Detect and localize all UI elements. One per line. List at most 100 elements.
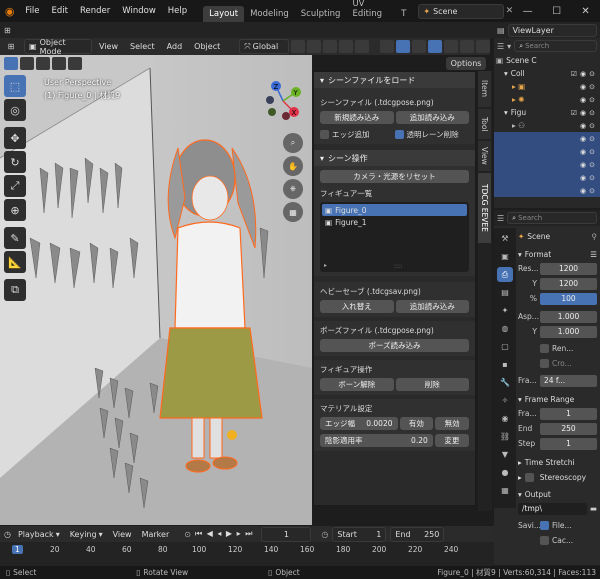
menu-select[interactable]: Select bbox=[125, 42, 160, 51]
viewlayer-selector[interactable]: ViewLayer bbox=[507, 23, 597, 37]
current-frame-marker[interactable]: 1 bbox=[12, 545, 23, 554]
shade-rate-field[interactable]: 陰影適用率 0.20 bbox=[320, 434, 433, 447]
menu-marker[interactable]: Marker bbox=[139, 530, 173, 539]
time-stretch-header[interactable]: ▸ Time Stretchi bbox=[518, 458, 597, 467]
current-frame-field[interactable]: 1 bbox=[261, 526, 312, 542]
add-cube-tool-icon[interactable]: ⧉ bbox=[4, 279, 26, 301]
menu-edit[interactable]: Edit bbox=[46, 6, 74, 16]
frame-end-field[interactable]: 250 bbox=[540, 422, 597, 435]
particles-tab-icon[interactable]: ✧ bbox=[497, 393, 513, 408]
visibility-icons[interactable]: ☑◉⊙ bbox=[571, 70, 600, 78]
resolution-y-field[interactable]: 1200 bbox=[540, 277, 597, 290]
delete-figure-button[interactable]: 削除 bbox=[395, 378, 469, 391]
outliner-row[interactable]: ◉⊙ bbox=[494, 171, 600, 184]
menu-object[interactable]: Object bbox=[189, 42, 225, 51]
record-icon[interactable]: ⊙ bbox=[184, 530, 191, 539]
zoom-icon[interactable]: ⌕ bbox=[283, 133, 303, 153]
properties-search-input[interactable]: ⌕ Search bbox=[507, 212, 597, 224]
new-load-button[interactable]: 新規読み込み bbox=[320, 111, 394, 124]
playback-controls[interactable]: ⏮ ◀ ◂ ▶ ▸ ⏭ bbox=[195, 529, 253, 539]
list-item[interactable]: ▣ Figure_1 bbox=[322, 216, 467, 228]
menu-keying[interactable]: Keying ▾ bbox=[67, 530, 106, 539]
tab-tdcg-eevee[interactable]: TDCG EEVEE bbox=[478, 173, 491, 243]
edge-width-field[interactable]: エッジ幅 0.0020 bbox=[320, 417, 398, 430]
preset-icon[interactable]: ☰ bbox=[590, 250, 597, 259]
menu-playback[interactable]: Playback ▾ bbox=[15, 530, 63, 539]
edge-add-checkbox[interactable]: エッジ追加 bbox=[320, 129, 395, 140]
start-frame-field[interactable]: Start 1 bbox=[332, 526, 387, 542]
scale-tool-icon[interactable]: ⤢ bbox=[4, 175, 26, 197]
outliner-row[interactable]: ▾ Figu ☑◉⊙ bbox=[494, 106, 600, 119]
modifier-tab-icon[interactable]: 🔧 bbox=[497, 375, 513, 390]
reset-camera-button[interactable]: カメラ・光源をリセット bbox=[320, 170, 469, 183]
properties-editor-icon[interactable]: ☰ bbox=[497, 214, 504, 223]
shading-material-button[interactable] bbox=[460, 40, 474, 53]
outliner-editor-icon[interactable]: ☰ bbox=[497, 42, 504, 51]
proportional-button[interactable] bbox=[339, 40, 354, 53]
disable-button[interactable]: 無効 bbox=[435, 417, 469, 430]
visibility-button[interactable] bbox=[380, 40, 394, 53]
measure-tool-icon[interactable]: 📐 bbox=[4, 251, 26, 273]
close-scene-icon[interactable]: ✕ bbox=[506, 6, 514, 16]
snap-type-button[interactable] bbox=[323, 40, 338, 53]
frame-range-header[interactable]: ▾ Frame Range bbox=[518, 395, 597, 404]
texture-tab-icon[interactable]: ▦ bbox=[497, 483, 513, 498]
outliner-row[interactable]: ▸ ✺ ◉⊙ bbox=[494, 93, 600, 106]
overlay-button[interactable] bbox=[412, 40, 426, 53]
list-expand-icon[interactable]: ▸ bbox=[324, 262, 327, 269]
outliner-row[interactable]: ▣ Scene C bbox=[494, 54, 600, 67]
enable-button[interactable]: 有効 bbox=[399, 417, 434, 430]
list-resize-handle[interactable]: :::: bbox=[394, 263, 402, 270]
output-tab-icon[interactable]: ⎙ bbox=[497, 267, 513, 282]
select-box-tool-icon[interactable]: ⬚ bbox=[4, 75, 26, 97]
xray-button[interactable] bbox=[428, 40, 442, 53]
pose-load-button[interactable]: ポーズ読み込み bbox=[320, 339, 469, 352]
tab-tool[interactable]: Tool bbox=[478, 109, 491, 139]
file-extensions-label[interactable]: File... bbox=[552, 521, 572, 530]
transform-orientation[interactable]: ⤧ Global bbox=[239, 39, 290, 54]
stereoscopy-header[interactable]: ▸ Stereoscopy bbox=[518, 473, 597, 482]
material-tab-icon[interactable]: ● bbox=[497, 465, 513, 480]
menu-timeline-view[interactable]: View bbox=[110, 530, 135, 539]
visibility-icons[interactable]: ◉⊙ bbox=[580, 187, 600, 195]
minimize-button[interactable]: — bbox=[513, 6, 542, 17]
aspect-x-field[interactable]: 1.000 bbox=[540, 310, 597, 323]
change-button[interactable]: 変更 bbox=[434, 434, 469, 447]
select-invert-button[interactable] bbox=[52, 56, 66, 70]
scene-tab-icon[interactable]: ✦ bbox=[497, 303, 513, 318]
pivot-button[interactable] bbox=[291, 40, 306, 53]
options-button[interactable]: Options bbox=[446, 57, 486, 70]
select-subtract-button[interactable] bbox=[36, 56, 50, 70]
constraints-tab-icon[interactable]: ⛓ bbox=[497, 429, 513, 444]
aspect-y-field[interactable]: 1.000 bbox=[540, 325, 597, 338]
falloff-button[interactable] bbox=[355, 40, 370, 53]
end-frame-field[interactable]: End 250 bbox=[390, 526, 445, 542]
tab-more[interactable]: T bbox=[395, 6, 412, 22]
tab-item[interactable]: Item bbox=[478, 71, 491, 107]
resolution-pct-field[interactable]: 100 bbox=[540, 292, 597, 305]
transparent-lane-checkbox[interactable]: 透明レーン削除 bbox=[394, 129, 470, 140]
outliner-row[interactable]: ◉⊙ bbox=[494, 132, 600, 145]
outliner-row[interactable]: ◉⊙ bbox=[494, 184, 600, 197]
data-tab-icon[interactable]: ▼ bbox=[497, 447, 513, 462]
tool-tab-icon[interactable]: ⚒ bbox=[497, 231, 513, 246]
resolution-x-field[interactable]: 1200 bbox=[540, 262, 597, 275]
annotate-tool-icon[interactable]: ✎ bbox=[4, 227, 26, 249]
select-intersect-button[interactable] bbox=[68, 56, 82, 70]
visibility-icons[interactable]: ◉⊙ bbox=[580, 122, 600, 130]
world-tab-icon[interactable]: ◍ bbox=[497, 321, 513, 336]
tab-uv-editing[interactable]: UV Editing bbox=[346, 0, 395, 22]
outliner-search-input[interactable]: ⌕ Search bbox=[514, 40, 597, 52]
view-layer-tab-icon[interactable]: ▤ bbox=[497, 285, 513, 300]
gizmo-toggle-button[interactable] bbox=[396, 40, 410, 53]
tab-view[interactable]: View bbox=[478, 141, 491, 171]
menu-add[interactable]: Add bbox=[162, 42, 188, 51]
scene-selector[interactable]: ✦ Scene bbox=[418, 3, 504, 19]
editor-type-icon[interactable]: ⊞ bbox=[0, 42, 22, 51]
close-window-button[interactable]: ✕ bbox=[571, 6, 600, 17]
format-section-header[interactable]: ▾ Format ☰ bbox=[518, 250, 597, 259]
shading-solid-button[interactable] bbox=[444, 40, 458, 53]
object-tab-icon[interactable]: ▪ bbox=[497, 357, 513, 372]
shading-rendered-button[interactable] bbox=[476, 40, 490, 53]
select-new-button[interactable] bbox=[4, 56, 18, 70]
